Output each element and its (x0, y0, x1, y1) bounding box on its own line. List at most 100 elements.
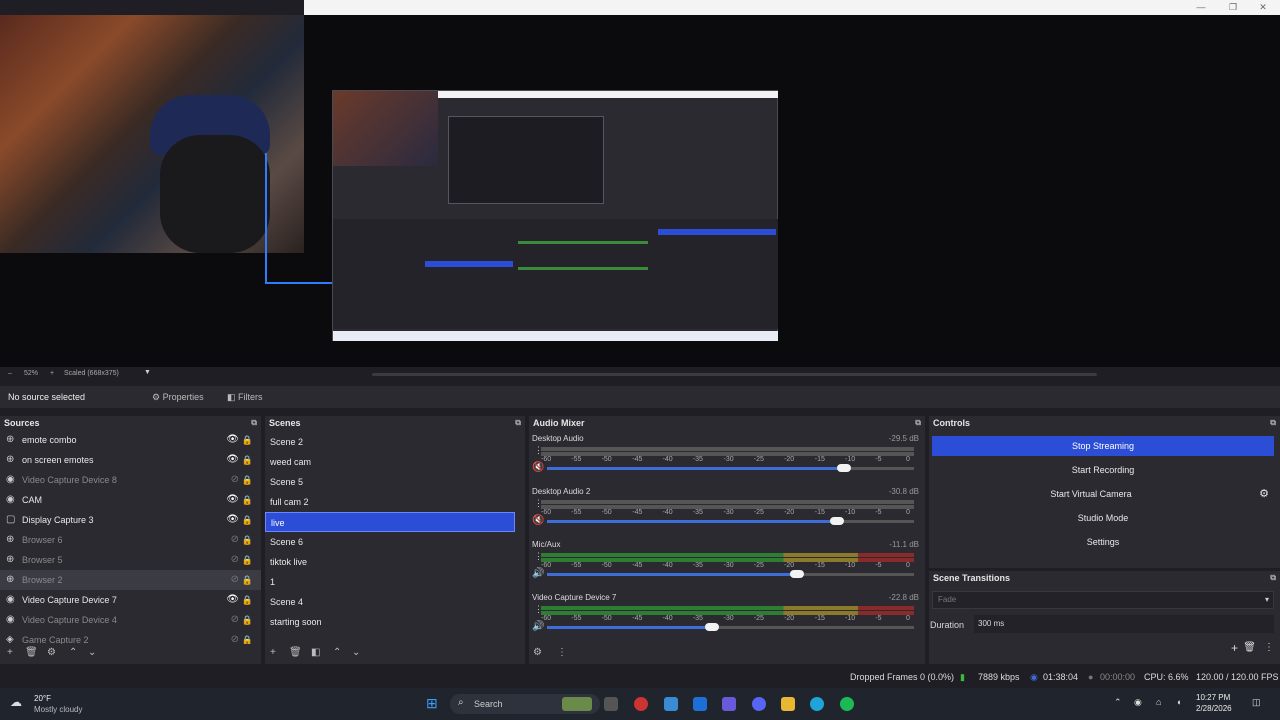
stop-streaming-button[interactable]: Stop Streaming (932, 436, 1274, 456)
chevron-down-icon[interactable]: ▼ (144, 369, 151, 376)
gear-icon[interactable]: ⚙ (47, 647, 56, 658)
scene-item[interactable]: Scene 2 (265, 432, 515, 452)
lock-icon[interactable]: 🔒 (242, 430, 253, 450)
windows-start-icon[interactable]: ⊞ (426, 695, 438, 712)
scene-item[interactable]: starting soon (265, 612, 515, 632)
chevron-up-icon[interactable]: ⌃ (333, 647, 341, 658)
lock-icon[interactable]: 🔒 (242, 630, 253, 644)
scene-item[interactable]: live (265, 512, 515, 532)
mixer-settings-icon[interactable]: ⚙ (533, 647, 542, 658)
source-item[interactable]: ◉ Video Capture Device 4 ⊘ 🔒 (0, 610, 261, 630)
volume-icon[interactable]: ◖ (1176, 697, 1181, 707)
lock-icon[interactable]: 🔒 (242, 450, 253, 470)
dock-float-icon[interactable]: ⧉ (1270, 416, 1276, 430)
speaker-muted-icon[interactable]: 🔇 (532, 515, 544, 526)
filters-button[interactable]: ◧ Filters (221, 389, 269, 406)
tray-icon[interactable]: ◉ (1134, 697, 1142, 708)
eye-icon[interactable]: 👁 (226, 510, 239, 530)
lock-icon[interactable]: 🔒 (242, 530, 253, 550)
source-item[interactable]: ⊕ on screen emotes 👁 🔒 (0, 450, 261, 470)
add-icon[interactable]: + (1231, 641, 1238, 655)
scene-item[interactable]: full cam 2 (265, 492, 515, 512)
settings-button[interactable]: Settings (932, 532, 1274, 552)
clock-date[interactable]: 2/28/2026 (1196, 704, 1232, 713)
eye-off-icon[interactable]: ⊘ (231, 530, 239, 550)
virtual-camera-settings-icon[interactable]: ⚙ (1254, 484, 1274, 504)
studio-mode-button[interactable]: Studio Mode (932, 508, 1274, 528)
discord-icon[interactable] (752, 697, 766, 711)
notification-icon[interactable]: ◫ (1252, 697, 1261, 708)
taskbar-search[interactable]: ⌕ Search (450, 694, 600, 714)
chevron-down-icon[interactable]: ⌄ (88, 647, 96, 658)
speaker-icon[interactable]: 🔊 (532, 568, 544, 579)
close-button[interactable]: ✕ (1248, 0, 1278, 15)
scene-item[interactable]: Scene 6 (265, 532, 515, 552)
source-item[interactable]: ⊕ emote combo 👁 🔒 (0, 430, 261, 450)
speaker-muted-icon[interactable]: 🔇 (532, 462, 544, 473)
chevron-up-icon[interactable]: ⌃ (69, 647, 77, 658)
transition-select[interactable]: Fade ▾ (932, 591, 1274, 609)
volume-knob[interactable] (705, 623, 720, 631)
lock-icon[interactable]: 🔒 (242, 550, 253, 570)
source-item[interactable]: ⊕ Browser 2 ⊘ 🔒 (0, 570, 261, 590)
volume-knob[interactable] (837, 464, 852, 472)
start-virtual-camera-button[interactable]: Start Virtual Camera (932, 484, 1250, 504)
chevron-down-icon[interactable]: ⌄ (352, 647, 360, 658)
volume-slider[interactable] (547, 623, 914, 631)
filter-icon[interactable]: ◧ (311, 647, 320, 658)
add-icon[interactable]: + (270, 647, 276, 658)
eye-icon[interactable]: 👁 (226, 490, 239, 510)
scene-item[interactable]: tiktok live (265, 552, 515, 572)
photos-icon[interactable] (664, 697, 678, 711)
clock-time[interactable]: 10:27 PM (1196, 693, 1230, 702)
zoom-out-icon[interactable]: – (8, 370, 12, 377)
speaker-icon[interactable]: 🔊 (532, 621, 544, 632)
trash-icon[interactable]: 🗑 (289, 647, 302, 658)
scene-item[interactable]: Scene 5 (265, 472, 515, 492)
eye-off-icon[interactable]: ⊘ (231, 630, 239, 644)
add-icon[interactable]: + (7, 647, 13, 658)
source-item[interactable]: ◉ Video Capture Device 7 👁 🔒 (0, 590, 261, 610)
source-item[interactable]: ◈ Game Capture 2 ⊘ 🔒 (0, 630, 261, 644)
trash-icon[interactable]: 🗑 (1243, 642, 1256, 653)
eye-off-icon[interactable]: ⊘ (231, 570, 239, 590)
source-item[interactable]: ▢ Display Capture 3 👁 🔒 (0, 510, 261, 530)
volume-knob[interactable] (789, 570, 804, 578)
eye-icon[interactable]: 👁 (226, 450, 239, 470)
minimize-button[interactable]: — (1186, 0, 1216, 15)
source-item[interactable]: ◉ CAM 👁 🔒 (0, 490, 261, 510)
obs-icon[interactable] (634, 697, 648, 711)
spotify-icon[interactable] (840, 697, 854, 711)
lock-icon[interactable]: 🔒 (242, 470, 253, 490)
zoom-in-icon[interactable]: + (50, 370, 54, 377)
source-item[interactable]: ◉ Video Capture Device 8 ⊘ 🔒 (0, 470, 261, 490)
source-item[interactable]: ⊕ Browser 5 ⊘ 🔒 (0, 550, 261, 570)
scene-item[interactable]: Scene 4 (265, 592, 515, 612)
store-icon[interactable] (693, 697, 707, 711)
weather-icon[interactable]: ☁ (10, 695, 22, 709)
lock-icon[interactable]: 🔒 (242, 590, 253, 610)
more-options-icon[interactable]: ⋮ (1264, 642, 1274, 653)
chevron-up-icon[interactable]: ⌃ (1114, 697, 1122, 708)
volume-slider[interactable] (547, 464, 914, 472)
lock-icon[interactable]: 🔒 (242, 510, 253, 530)
task-view-icon[interactable] (604, 697, 618, 711)
eye-off-icon[interactable]: ⊘ (231, 550, 239, 570)
eye-icon[interactable]: 👁 (226, 590, 239, 610)
more-options-icon[interactable]: ⋮ (557, 647, 567, 658)
horizontal-scrollbar[interactable] (372, 373, 1097, 376)
scene-item[interactable]: 1 (265, 572, 515, 592)
dock-float-icon[interactable]: ⧉ (251, 416, 257, 430)
duration-input[interactable]: 300 ms (974, 615, 1274, 633)
network-icon[interactable]: ⌂ (1156, 697, 1161, 707)
dock-float-icon[interactable]: ⧉ (515, 416, 521, 430)
volume-slider[interactable] (547, 517, 914, 525)
edge-icon[interactable] (810, 697, 824, 711)
trash-icon[interactable]: 🗑 (25, 647, 38, 658)
properties-button[interactable]: ⚙ Properties (146, 389, 210, 406)
eye-off-icon[interactable]: ⊘ (231, 470, 239, 490)
eye-off-icon[interactable]: ⊘ (231, 610, 239, 630)
scene-item[interactable]: weed cam (265, 452, 515, 472)
file-explorer-icon[interactable] (781, 697, 795, 711)
lock-icon[interactable]: 🔒 (242, 490, 253, 510)
